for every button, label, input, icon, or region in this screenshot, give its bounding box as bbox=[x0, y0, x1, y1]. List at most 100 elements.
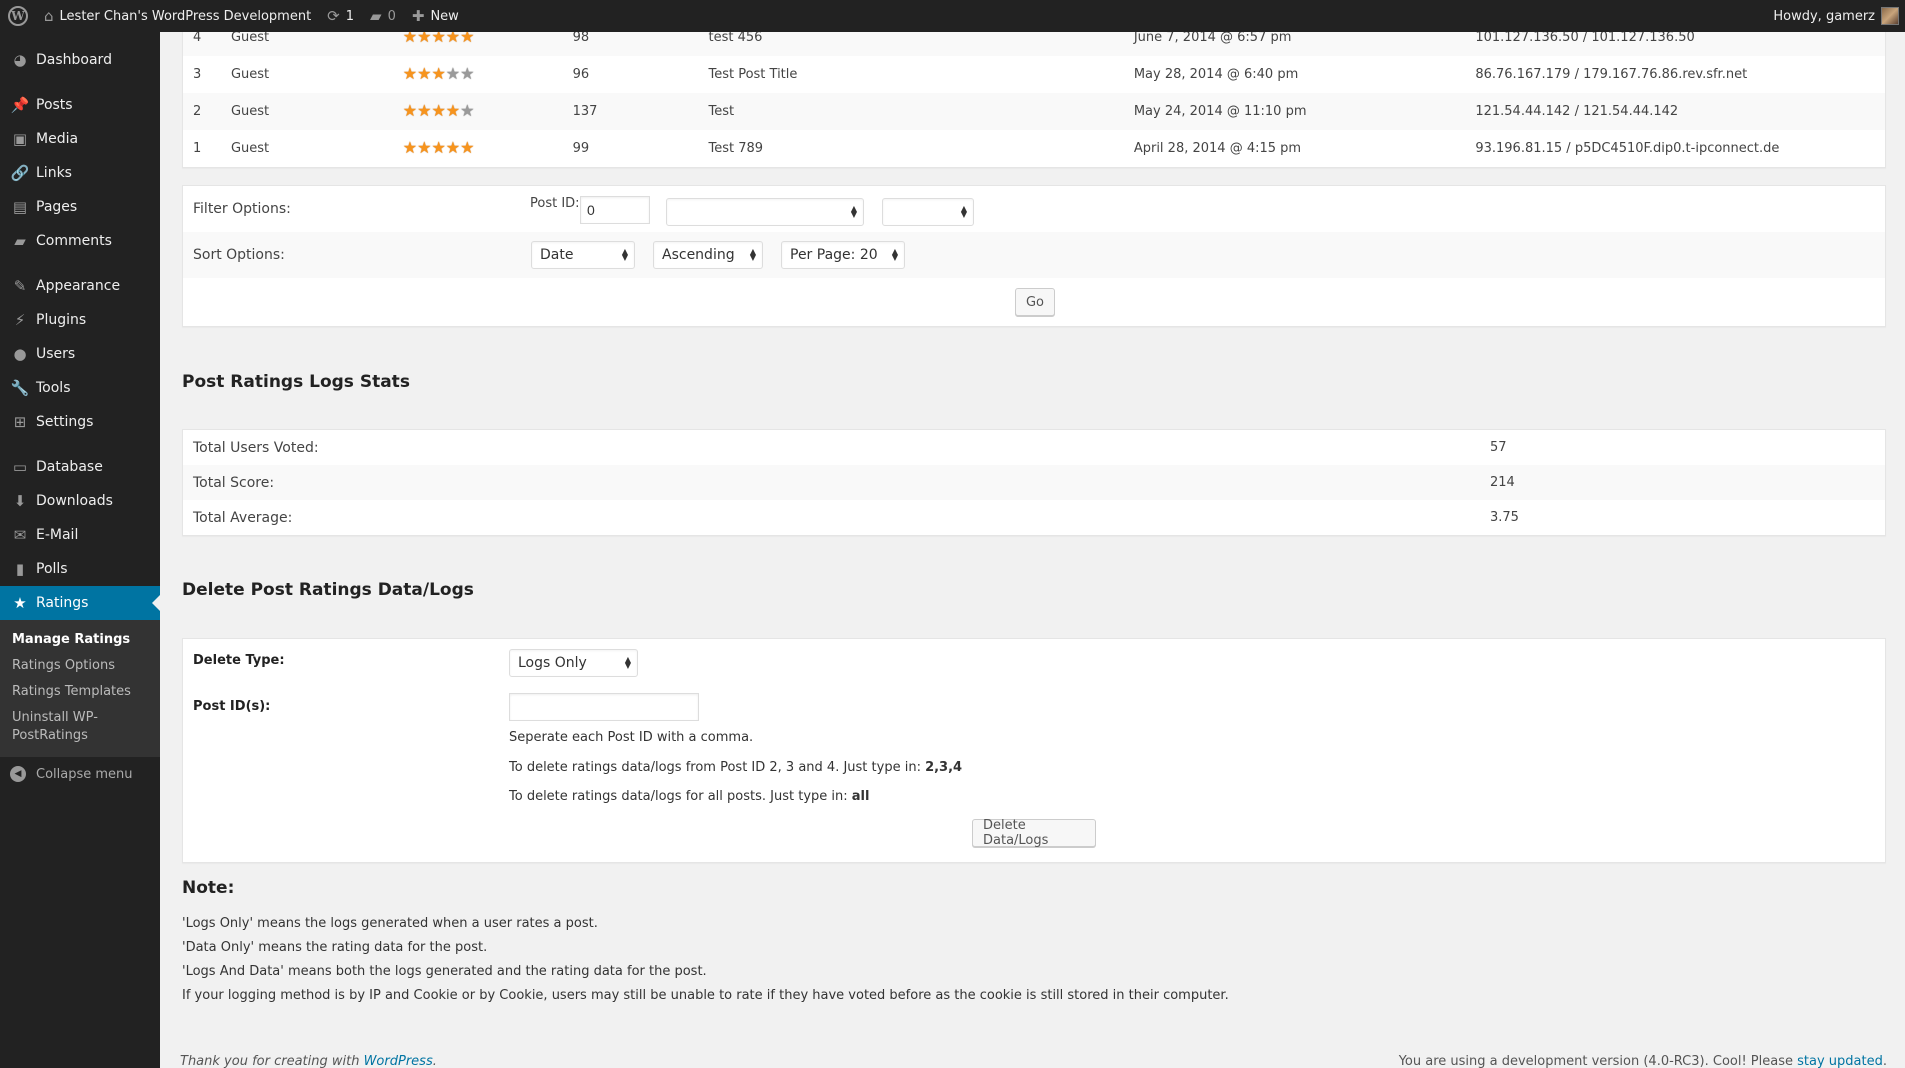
submenu-ratings-options[interactable]: Ratings Options bbox=[0, 653, 160, 679]
admin-sidebar: ◕ Dashboard 📌 Posts ▣ Media 🔗 Links ▤ Pages ▰ Comme… bbox=[0, 32, 160, 1068]
filter-select-1[interactable]: ▲ ▼ bbox=[666, 198, 864, 226]
submenu-manage-ratings[interactable]: Manage Ratings bbox=[0, 627, 160, 653]
sidebar-item-label: Comments bbox=[36, 233, 112, 249]
stats-heading: Post Ratings Logs Stats bbox=[182, 372, 410, 392]
select-arrows-icon: ▲ ▼ bbox=[749, 247, 756, 262]
comment-bubble-icon: ▰ bbox=[370, 7, 382, 25]
sidebar-item-links[interactable]: 🔗 Links bbox=[0, 156, 160, 190]
sidebar-item-label: Posts bbox=[36, 97, 73, 113]
pin-icon: 📌 bbox=[10, 96, 30, 114]
sidebar-item-label: Tools bbox=[36, 380, 71, 396]
delete-type-value: Logs Only bbox=[518, 655, 587, 671]
sidebar-item-posts[interactable]: 📌 Posts bbox=[0, 88, 160, 122]
email-icon: ✉ bbox=[13, 526, 27, 544]
sidebar-item-downloads[interactable]: ⬇ Downloads bbox=[0, 484, 160, 518]
wordpress-link[interactable]: WordPress bbox=[364, 1054, 433, 1068]
hint-text: To delete ratings data/logs for all post… bbox=[509, 789, 852, 804]
sidebar-item-plugins[interactable]: ⚡ Plugins bbox=[0, 303, 160, 337]
per-page-select[interactable]: Per Page: 20 ▲ ▼ bbox=[781, 241, 905, 269]
sidebar-item-tools[interactable]: 🔧 Tools bbox=[0, 371, 160, 405]
delete-data-logs-button[interactable]: Delete Data/Logs bbox=[972, 818, 1096, 848]
comments-link[interactable]: ▰ 0 bbox=[362, 0, 404, 32]
log-id: 2 bbox=[183, 93, 221, 130]
updates-link[interactable]: ⟳ 1 bbox=[319, 0, 362, 32]
sidebar-item-media[interactable]: ▣ Media bbox=[0, 122, 160, 156]
sidebar-item-settings[interactable]: ⊞ Settings bbox=[0, 405, 160, 439]
my-account-menu[interactable]: Howdy, gamerz bbox=[1765, 0, 1905, 32]
new-content-link[interactable]: ✚ New bbox=[404, 0, 467, 32]
hint-all: To delete ratings data/logs for all post… bbox=[509, 789, 869, 804]
filter-row: Filter Options: Post ID: ▲▼ ▲▼ bbox=[183, 186, 1885, 232]
log-id: 1 bbox=[193, 141, 202, 156]
footer-text: . bbox=[1882, 1054, 1887, 1068]
star-filled-icon: ★ bbox=[417, 64, 432, 83]
sidebar-item-label: Settings bbox=[36, 414, 94, 430]
star-filled-icon: ★ bbox=[402, 101, 418, 120]
submenu-uninstall[interactable]: Uninstall WP-PostRatings bbox=[0, 705, 120, 749]
table-row: 2 Guest ★ ★ ★ ★ ★ 137 Test May 24, 2014 @ 11:10 p… bbox=[183, 93, 1885, 130]
sidebar-item-label: Database bbox=[36, 459, 103, 475]
sidebar-item-label: Downloads bbox=[36, 493, 113, 509]
delete-type-select[interactable]: Logs Only ▲ ▼ bbox=[509, 649, 638, 677]
post-id-input[interactable] bbox=[580, 196, 650, 224]
footer-text: Thank you for creating with bbox=[180, 1054, 364, 1068]
media-icon: ▣ bbox=[12, 130, 28, 148]
order-select[interactable]: Ascending ▲ ▼ bbox=[653, 241, 763, 269]
sidebar-item-ratings[interactable]: ★ Ratings bbox=[0, 586, 160, 620]
sidebar-item-appearance[interactable]: ✎ Appearance bbox=[0, 269, 160, 303]
post-ids-input[interactable] bbox=[509, 693, 699, 721]
submenu-ratings-templates[interactable]: Ratings Templates bbox=[0, 679, 160, 705]
sidebar-item-label: Ratings bbox=[36, 595, 89, 611]
stay-updated-link[interactable]: stay updated bbox=[1797, 1054, 1883, 1068]
filter-select-2[interactable]: ▲ ▼ bbox=[882, 198, 974, 226]
table-row: 3 Guest ★ ★ ★ ★ ★ 96 Test Post Title May 28, 2014… bbox=[183, 56, 1885, 93]
hint-separate: Seperate each Post ID with a comma. bbox=[509, 730, 754, 745]
log-user: Guest bbox=[230, 141, 270, 156]
log-post-title: Test Post Title bbox=[708, 67, 798, 82]
delete-card: Delete Type: Logs Only ▲ ▼ Post ID(s): Se… bbox=[182, 638, 1886, 863]
howdy-text: Howdy, gamerz bbox=[1773, 8, 1875, 24]
log-date: May 24, 2014 @ 11:10 pm bbox=[1123, 93, 1466, 130]
sort-options-label: Sort Options: bbox=[193, 247, 285, 263]
select-arrows-icon: ▲ ▼ bbox=[960, 204, 967, 219]
select-arrows-icon: ▲ ▼ bbox=[850, 204, 857, 219]
sidebar-item-label: Pages bbox=[36, 199, 78, 215]
site-name: Lester Chan's WordPress Development bbox=[59, 8, 312, 24]
ratings-logs-table: 4 Guest ★ ★ ★ ★ ★ 98 test 456 June 7, 2014 @ 6:57… bbox=[183, 19, 1885, 167]
log-ip-host: 121.54.44.142 / 121.54.44.142 bbox=[1465, 93, 1885, 130]
sidebar-item-users[interactable]: ● Users bbox=[0, 337, 160, 371]
sort-by-select[interactable]: Date ▲ ▼ bbox=[531, 241, 635, 269]
brush-icon: ✎ bbox=[13, 277, 27, 295]
star-filled-icon: ★ bbox=[417, 138, 432, 157]
note-line: If your logging method is by IP and Cook… bbox=[182, 988, 1229, 1003]
sort-row: Sort Options: Date ▲ ▼ Ascending ▲ ▼ Per P… bbox=[183, 232, 1885, 278]
star-filled-icon: ★ bbox=[445, 101, 461, 120]
collapse-arrow-icon: ◀ bbox=[10, 766, 26, 782]
sidebar-item-label: E-Mail bbox=[36, 527, 79, 543]
star-filled-icon: ★ bbox=[431, 138, 446, 157]
sidebar-item-polls[interactable]: ▮ Polls bbox=[0, 552, 160, 586]
sidebar-item-e-mail[interactable]: ✉ E-Mail bbox=[0, 518, 160, 552]
sidebar-item-label: Links bbox=[36, 165, 72, 181]
note-line: 'Logs Only' means the logs generated whe… bbox=[182, 916, 598, 931]
sidebar-item-pages[interactable]: ▤ Pages bbox=[0, 190, 160, 224]
site-name-link[interactable]: ⌂ Lester Chan's WordPress Development bbox=[36, 0, 319, 32]
log-rating: ★ ★ ★ ★ ★ bbox=[392, 93, 563, 130]
plus-icon: ✚ bbox=[411, 7, 425, 25]
collapse-menu-button[interactable]: ◀ Collapse menu bbox=[0, 757, 160, 791]
polls-icon: ▮ bbox=[15, 560, 25, 578]
link-icon: 🔗 bbox=[10, 164, 30, 182]
post-id-label: Post ID: bbox=[530, 196, 580, 211]
sidebar-item-database[interactable]: ▭ Database bbox=[0, 450, 160, 484]
wp-logo-menu[interactable]: W bbox=[0, 0, 36, 32]
star-empty-icon: ★ bbox=[460, 64, 475, 83]
sidebar-item-comments[interactable]: ▰ Comments bbox=[0, 224, 160, 258]
sidebar-item-dashboard[interactable]: ◕ Dashboard bbox=[0, 43, 160, 77]
comment-icon: ▰ bbox=[14, 232, 26, 250]
go-button[interactable]: Go bbox=[1015, 288, 1055, 316]
order-value: Ascending bbox=[662, 247, 735, 263]
stats-row: Total Score: 214 bbox=[183, 465, 1885, 500]
comments-count: 0 bbox=[387, 8, 396, 24]
logs-table-card: 4 Guest ★ ★ ★ ★ ★ 98 test 456 June 7, 2014 @ 6:57… bbox=[182, 18, 1886, 168]
stat-value: 214 bbox=[1490, 475, 1515, 490]
